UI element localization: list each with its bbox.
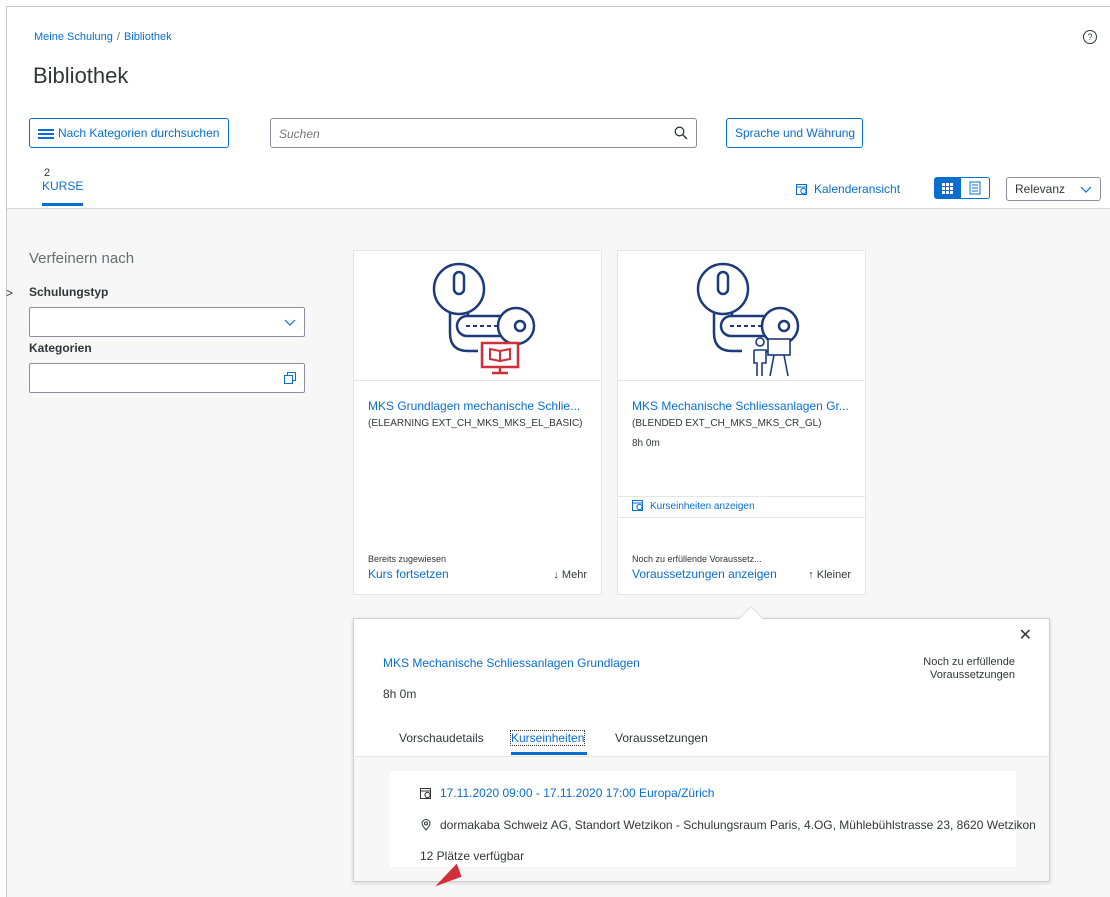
- language-currency-button[interactable]: Sprache und Währung: [726, 118, 863, 148]
- location-pin-icon: [421, 819, 431, 831]
- help-icon[interactable]: ?: [1083, 30, 1097, 44]
- tab-courses-underline: [42, 203, 83, 206]
- sort-select[interactable]: Relevanz: [1006, 177, 1101, 201]
- popup-status: Noch zu erfüllende Voraussetzungen: [875, 656, 1015, 682]
- training-type-select[interactable]: [29, 307, 305, 337]
- close-icon[interactable]: ✕: [1019, 625, 1032, 645]
- popup-status-line2: Voraussetzungen: [929, 669, 1015, 681]
- key-classroom-icon: [696, 262, 800, 377]
- training-type-label: Schulungstyp: [29, 285, 109, 299]
- more-toggle[interactable]: ↓ Mehr: [553, 569, 587, 581]
- popup-course-title[interactable]: MKS Mechanische Schliessanlagen Grundlag…: [383, 656, 640, 670]
- popup-arrow-fill: [739, 607, 763, 619]
- chevron-down-icon: [1080, 186, 1092, 193]
- course-status: Bereits zugewiesen: [368, 554, 447, 564]
- breadcrumb: Meine Schulung / Bibliothek: [34, 31, 172, 43]
- page-title: Bibliothek: [33, 63, 129, 88]
- session-location-text: dormakaba Schweiz AG, Standort Wetzikon …: [440, 818, 1036, 832]
- browse-categories-label: Nach Kategorien durchsuchen: [58, 126, 220, 140]
- browse-categories-button[interactable]: Nach Kategorien durchsuchen: [29, 118, 229, 148]
- session-date: 17.11.2020 09:00 - 17.11.2020 17:00 Euro…: [440, 786, 715, 800]
- course-code: (BLENDED EXT_CH_MKS_MKS_CR_GL): [632, 418, 822, 429]
- course-image: [618, 251, 865, 381]
- tab-prerequisites[interactable]: Voraussetzungen: [615, 731, 708, 745]
- calendar-view-label: Kalenderansicht: [814, 182, 901, 196]
- breadcrumb-item-library[interactable]: Bibliothek: [124, 31, 172, 43]
- popup-status-line1: Noch zu erfüllende: [923, 656, 1015, 668]
- search-input[interactable]: [279, 125, 659, 143]
- show-sessions-link[interactable]: Kurseinheiten anzeigen: [618, 496, 865, 518]
- popup-body: 17.11.2020 09:00 - 17.11.2020 17:00 Euro…: [354, 757, 1049, 881]
- course-title[interactable]: MKS Mechanische Schliessanlagen Gr...: [632, 399, 849, 413]
- session-location: dormakaba Schweiz AG, Standort Wetzikon …: [420, 818, 1036, 832]
- popup-duration: 8h 0m: [383, 687, 417, 701]
- show-prerequisites-link[interactable]: Voraussetzungen anzeigen: [632, 567, 777, 581]
- key-elearning-icon: [432, 262, 536, 375]
- list-icon: [969, 181, 981, 195]
- session-date-link[interactable]: 17.11.2020 09:00 - 17.11.2020 17:00 Euro…: [420, 786, 714, 800]
- course-duration: 8h 0m: [632, 438, 660, 449]
- list-view-button[interactable]: [960, 177, 990, 199]
- menu-icon: [38, 127, 54, 141]
- tab-sessions[interactable]: Kurseinheiten: [509, 730, 586, 746]
- categories-label: Kategorien: [29, 341, 92, 355]
- chevron-down-icon: [284, 319, 296, 326]
- course-card[interactable]: MKS Mechanische Schliessanlagen Gr... (B…: [617, 250, 866, 595]
- refine-heading: Verfeinern nach: [29, 250, 135, 267]
- tab-sessions-underline: [511, 752, 587, 755]
- collapsed-panel-handle[interactable]: ˃: [6, 286, 13, 300]
- course-image: [354, 251, 601, 381]
- search-icon[interactable]: [674, 126, 688, 140]
- result-count: 2: [44, 167, 51, 179]
- value-help-icon[interactable]: [284, 372, 296, 384]
- course-title[interactable]: MKS Grundlagen mechanische Schlie...: [368, 399, 580, 413]
- breadcrumb-item-my-training[interactable]: Meine Schulung: [34, 31, 113, 43]
- sort-value: Relevanz: [1015, 182, 1066, 196]
- grid-icon: [942, 183, 953, 194]
- categories-input[interactable]: [29, 363, 305, 393]
- grid-view-button[interactable]: [934, 177, 960, 199]
- show-sessions-label: Kurseinheiten anzeigen: [650, 501, 755, 512]
- search-field[interactable]: [270, 118, 697, 148]
- tab-preview-details[interactable]: Vorschaudetails: [399, 731, 484, 745]
- calendar-clock-icon: [796, 184, 807, 195]
- calendar-view-link[interactable]: Kalenderansicht: [796, 182, 900, 196]
- continue-course-link[interactable]: Kurs fortsetzen: [368, 567, 449, 581]
- tab-courses[interactable]: KURSE: [42, 179, 83, 193]
- course-details-popup: ✕ MKS Mechanische Schliessanlagen Grundl…: [353, 618, 1050, 882]
- course-status: Noch zu erfüllende Voraussetz...: [632, 554, 762, 564]
- calendar-clock-icon: [420, 788, 431, 799]
- session-seats: 12 Plätze verfügbar: [420, 849, 525, 863]
- less-toggle[interactable]: ↑ Kleiner: [808, 569, 851, 581]
- breadcrumb-separator: /: [116, 31, 120, 43]
- course-card[interactable]: MKS Grundlagen mechanische Schlie... (EL…: [353, 250, 602, 595]
- calendar-clock-icon: [632, 500, 643, 511]
- course-code: (ELEARNING EXT_CH_MKS_MKS_EL_BASIC): [368, 418, 583, 429]
- session-item: 17.11.2020 09:00 - 17.11.2020 17:00 Euro…: [390, 771, 1036, 867]
